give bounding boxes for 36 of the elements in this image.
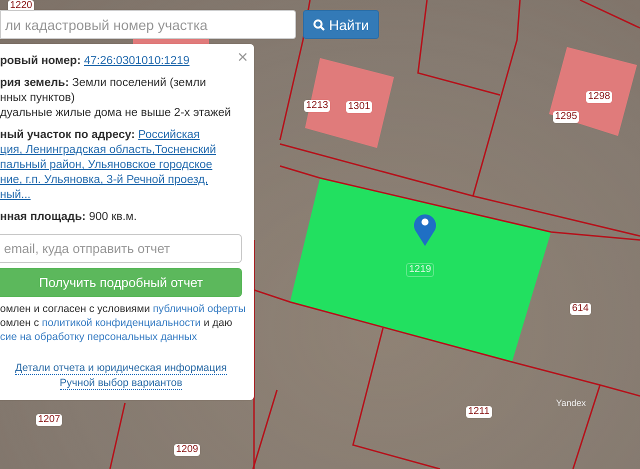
search-icon [313, 18, 325, 30]
location-pin-icon [414, 214, 436, 246]
address-link[interactable]: Российская [138, 129, 200, 141]
info-link[interactable]: Детали отчета и юридическая информация [15, 362, 227, 375]
field-label: нная площадь: [0, 211, 86, 223]
address-link[interactable]: ция, Ленинградская область,Тосненский [0, 144, 216, 156]
address-link[interactable]: ние, г.п. Ульяновка, 3-й Речной проезд, [0, 174, 208, 186]
consent-text: омлен с [0, 317, 40, 329]
consent-link[interactable]: публичной оферты [152, 303, 246, 315]
map-attribution: Yandex [556, 398, 586, 408]
consent-link[interactable]: сие на обработку персональных данных [0, 331, 197, 343]
land-category-text: рия земель: Земли поселений (земли нных пунктов) [0, 76, 207, 106]
parcel-number-label: 1301 [346, 101, 372, 113]
parcel-number-label: 1209 [174, 444, 200, 456]
parcel-number-label: 1295 [553, 111, 580, 123]
consent-link[interactable]: политикой конфиденциальности [42, 317, 201, 329]
parcel-number-label: 1207 [36, 414, 62, 426]
cadastral-number-link[interactable]: 47:26:0301010:1219 [84, 55, 190, 67]
permitted-use-text: дуальные жилые дома не выше 2-х этажей [0, 106, 232, 121]
consent-text: и даю [202, 317, 232, 329]
consent-text: омлен и согласен с условиями [0, 303, 151, 315]
parcel-number-label: 1298 [586, 91, 612, 103]
info-link[interactable]: Ручной выбор вариантов [60, 377, 182, 390]
address-link[interactable]: пальный район, Ульяновское городское [0, 159, 212, 171]
search-button[interactable]: Найти [303, 10, 379, 39]
field-label: ровый номер: [0, 55, 81, 67]
close-button[interactable]: × [237, 47, 248, 67]
parcel-number-label: 1211 [466, 406, 492, 418]
area-value: 900 кв.м. [88, 211, 137, 223]
parcel-number-label: 1213 [304, 100, 330, 112]
field-label: ный участок по адресу: [0, 129, 135, 141]
parcel-number-label: 1219 [406, 263, 434, 277]
email-field[interactable]: email, куда отправить отчет [0, 234, 242, 263]
address-link[interactable]: ный... [0, 189, 31, 201]
parcel-number-label: 614 [570, 303, 591, 315]
search-field[interactable]: ли кадастровый номер участка [0, 10, 296, 39]
